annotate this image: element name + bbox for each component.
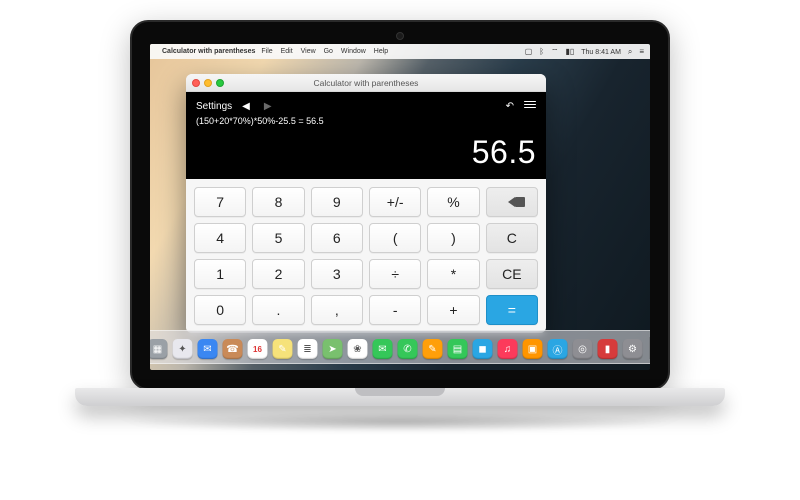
key-7[interactable]: 7: [194, 187, 246, 217]
expression-readout: (150+20*70%)*50%-25.5 = 56.5: [196, 116, 536, 126]
laptop-notch: [355, 388, 445, 396]
key-sign[interactable]: +/-: [369, 187, 421, 217]
key-comma[interactable]: ,: [311, 295, 363, 325]
dock-mail[interactable]: ✉: [198, 339, 218, 359]
window-title: Calculator with parentheses: [314, 78, 419, 88]
calculator-window: Calculator with parentheses Settings ◀ ▶…: [186, 74, 546, 333]
menu-file[interactable]: File: [261, 48, 272, 55]
airplay-icon[interactable]: ▢: [525, 47, 533, 56]
key-minus[interactable]: -: [369, 295, 421, 325]
dock-photos[interactable]: ❀: [348, 339, 368, 359]
dock-systemprefs[interactable]: ⚙: [623, 339, 643, 359]
menu-help[interactable]: Help: [374, 48, 388, 55]
backspace-icon: [508, 197, 515, 207]
laptop-frame: Calculator with parentheses File Edit Vi…: [130, 20, 670, 440]
key-lparen[interactable]: (: [369, 223, 421, 253]
screen-bezel: Calculator with parentheses File Edit Vi…: [130, 20, 670, 390]
key-3[interactable]: 3: [311, 259, 363, 289]
dock-facetime[interactable]: ✆: [398, 339, 418, 359]
window-titlebar[interactable]: Calculator with parentheses: [186, 74, 546, 92]
dock-calendar[interactable]: 16: [248, 339, 268, 359]
settings-button[interactable]: Settings: [196, 101, 232, 112]
key-clear[interactable]: C: [486, 223, 538, 253]
dock-itunes[interactable]: ♫: [498, 339, 518, 359]
dock-reminders[interactable]: ≣: [298, 339, 318, 359]
menu-window[interactable]: Window: [341, 48, 366, 55]
dock-safari[interactable]: ✦: [173, 339, 193, 359]
key-rparen[interactable]: ): [427, 223, 479, 253]
wifi-icon[interactable]: ⌔: [551, 47, 559, 56]
dock: ☺▦✦✉☎16✎≣➤❀✉✆✎▤◼♫▣Ⓐ◎▮⚙🗑: [150, 330, 650, 364]
notification-center-icon[interactable]: ≡: [639, 47, 644, 56]
key-2[interactable]: 2: [252, 259, 304, 289]
key-multiply[interactable]: *: [427, 259, 479, 289]
dock-maps[interactable]: ➤: [323, 339, 343, 359]
key-divide[interactable]: ÷: [369, 259, 421, 289]
macos-menubar: Calculator with parentheses File Edit Vi…: [150, 44, 650, 59]
calculator-keypad: 7 8 9 +/- % 4 5 6 ( ) C 1 2 3: [186, 179, 546, 333]
key-0[interactable]: 0: [194, 295, 246, 325]
dock-notes[interactable]: ✎: [273, 339, 293, 359]
dock-keynote[interactable]: ◼: [473, 339, 493, 359]
undo-icon[interactable]: ↶: [506, 101, 514, 112]
dock-contacts[interactable]: ☎: [223, 339, 243, 359]
menubar-app-name[interactable]: Calculator with parentheses: [162, 48, 255, 55]
history-next-icon[interactable]: ▶: [264, 101, 272, 112]
key-plus[interactable]: +: [427, 295, 479, 325]
menubar-status: ▢ ᛒ ⌔ ▮▯ Thu 8:41 AM ⌕ ≡: [520, 47, 644, 57]
window-minimize-button[interactable]: [204, 79, 212, 87]
key-9[interactable]: 9: [311, 187, 363, 217]
history-nav: ◀ ▶: [242, 101, 271, 112]
spotlight-icon[interactable]: ⌕: [628, 47, 632, 56]
menu-go[interactable]: Go: [324, 48, 333, 55]
dock-preview[interactable]: ◎: [573, 339, 593, 359]
dock-dictionary[interactable]: ▮: [598, 339, 618, 359]
battery-icon[interactable]: ▮▯: [565, 47, 574, 56]
key-percent[interactable]: %: [427, 187, 479, 217]
camera-dot: [396, 32, 404, 40]
bluetooth-icon[interactable]: ᛒ: [539, 47, 544, 56]
dock-appstore[interactable]: Ⓐ: [548, 339, 568, 359]
dock-launchpad[interactable]: ▦: [150, 339, 168, 359]
menu-view[interactable]: View: [301, 48, 316, 55]
menubar-clock[interactable]: Thu 8:41 AM: [581, 49, 621, 56]
window-close-button[interactable]: [192, 79, 200, 87]
dock-numbers[interactable]: ▤: [448, 339, 468, 359]
key-4[interactable]: 4: [194, 223, 246, 253]
laptop-base: [75, 388, 725, 406]
key-backspace[interactable]: [486, 187, 538, 217]
key-dot[interactable]: .: [252, 295, 304, 325]
dock-separator: [650, 337, 651, 359]
key-equals[interactable]: =: [486, 295, 538, 325]
result-readout: 56.5: [196, 134, 536, 171]
dock-pages[interactable]: ✎: [423, 339, 443, 359]
menu-edit[interactable]: Edit: [281, 48, 293, 55]
key-6[interactable]: 6: [311, 223, 363, 253]
dock-messages[interactable]: ✉: [373, 339, 393, 359]
key-clear-entry[interactable]: CE: [486, 259, 538, 289]
history-prev-icon[interactable]: ◀: [242, 101, 250, 112]
calculator-display: Settings ◀ ▶ ↶ (150+20*70%)*50%-25.5 = 5…: [186, 92, 546, 179]
laptop-shadow: [120, 412, 680, 432]
key-1[interactable]: 1: [194, 259, 246, 289]
desktop: Calculator with parentheses File Edit Vi…: [150, 44, 650, 370]
key-5[interactable]: 5: [252, 223, 304, 253]
menubar-menus: File Edit View Go Window Help: [261, 48, 394, 55]
menu-icon[interactable]: [524, 99, 536, 113]
dock-ibooks[interactable]: ▣: [523, 339, 543, 359]
window-zoom-button[interactable]: [216, 79, 224, 87]
key-8[interactable]: 8: [252, 187, 304, 217]
window-traffic-lights: [192, 79, 224, 87]
